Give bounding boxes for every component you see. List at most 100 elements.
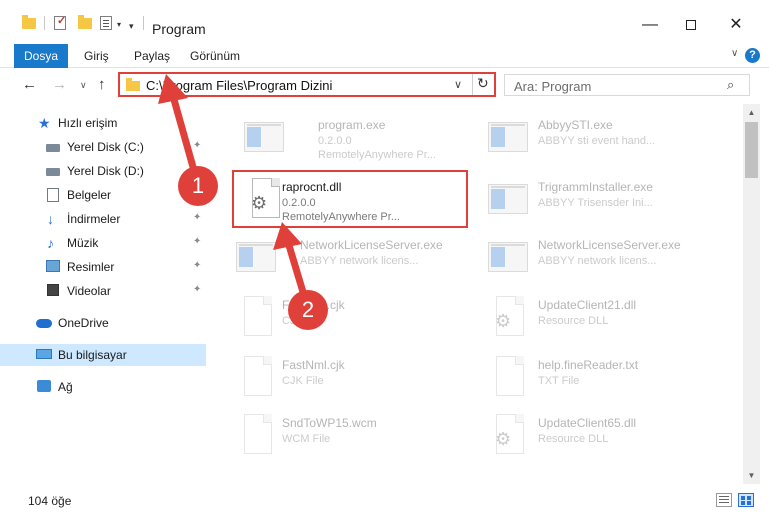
search-icon[interactable]: ⌕ <box>727 77 734 93</box>
list-item[interactable]: ⚙ UpdateClient21.dll Resource DLL <box>478 288 728 348</box>
close-button[interactable]: ✕ <box>713 10 759 40</box>
file-name: help.fineReader.txt <box>538 358 639 372</box>
file-name: NetworkLicenseServer.exe <box>538 238 681 252</box>
network-icon <box>37 380 51 392</box>
videos-icon <box>47 284 59 296</box>
sidebar-item-label: Hızlı erişim <box>58 116 118 130</box>
sidebar-item-quick-access[interactable]: ★ Hızlı erişim <box>0 112 206 134</box>
maximize-button[interactable] <box>668 10 714 40</box>
sidebar-item-local-disk-d[interactable]: Yerel Disk (D:) <box>0 160 206 182</box>
vertical-scrollbar[interactable]: ▲ ▼ <box>743 104 760 484</box>
minimize-button[interactable]: — <box>627 10 673 40</box>
chevron-down-icon[interactable]: ▾ <box>117 20 121 36</box>
sidebar-item-documents[interactable]: Belgeler ✦ <box>0 184 206 206</box>
application-icon <box>486 176 530 224</box>
highlight-frame <box>232 170 468 228</box>
file-icon <box>234 294 278 342</box>
file-name: NetworkLicenseServer.exe <box>300 238 443 252</box>
pin-icon: ✦ <box>193 212 202 223</box>
music-icon: ♪ <box>47 235 54 251</box>
file-name: SndToWP15.wcm <box>282 416 377 430</box>
sidebar-item-label: Bu bilgisayar <box>58 348 127 362</box>
customize-toolbar-icon[interactable]: ▾ <box>129 21 134 37</box>
sidebar-item-network[interactable]: Ağ <box>0 376 206 398</box>
recent-locations-button[interactable]: ∨ <box>80 80 87 91</box>
search-input[interactable]: Ara: Program ⌕ <box>504 74 750 96</box>
file-version: 0.2.0.0 <box>318 135 352 147</box>
help-icon[interactable]: ? <box>745 48 760 63</box>
list-item[interactable]: FastNml.cjk CJK File <box>226 348 476 408</box>
toolbar-separator <box>143 16 144 30</box>
address-bar[interactable]: C:\Program Files\Program Dizini ∨ ↻ <box>118 72 496 97</box>
tab-home[interactable]: Giriş <box>84 44 109 68</box>
tab-file[interactable]: Dosya <box>14 44 68 68</box>
sidebar-item-onedrive[interactable]: OneDrive <box>0 312 206 334</box>
download-icon: ↓ <box>47 211 54 227</box>
file-description: ABBYY Trisensder Ini... <box>538 197 653 209</box>
file-description: ABBYY network licens... <box>300 255 419 267</box>
dll-gear-icon: ⚙ <box>486 294 530 342</box>
application-icon <box>486 234 530 282</box>
file-type: TXT File <box>538 375 580 387</box>
address-separator <box>472 74 473 95</box>
new-folder-icon[interactable] <box>78 15 92 29</box>
sidebar-item-downloads[interactable]: ↓ İndirmeler ✦ <box>0 208 206 230</box>
drive-icon <box>46 168 60 176</box>
title-bar: ▾ ▾ Program — ✕ <box>0 0 769 44</box>
expand-ribbon-icon[interactable]: ∨ <box>731 48 738 59</box>
properties-check-icon[interactable] <box>54 14 66 30</box>
sidebar-item-videos[interactable]: Videolar ✦ <box>0 280 206 302</box>
sidebar-item-local-disk-c[interactable]: Yerel Disk (C:) ✦ <box>0 136 206 158</box>
scroll-thumb[interactable] <box>745 122 758 178</box>
file-name: UpdateClient65.dll <box>538 416 637 430</box>
forward-button[interactable]: → <box>52 76 67 93</box>
sidebar-item-pictures[interactable]: Resimler ✦ <box>0 256 206 278</box>
address-dropdown-button[interactable]: ∨ <box>454 78 462 91</box>
sidebar-item-label: OneDrive <box>58 316 109 330</box>
up-button[interactable]: ↑ <box>98 76 106 93</box>
address-path[interactable]: C:\Program Files\Program Dizini <box>146 78 332 93</box>
folder-icon <box>126 78 140 91</box>
list-item[interactable]: help.fineReader.txt TXT File <box>478 348 728 408</box>
file-name: program.exe <box>318 118 386 132</box>
file-name: AbbyySTI.exe <box>538 118 613 132</box>
documents-icon <box>47 188 59 202</box>
list-item[interactable]: NetworkLicenseServer.exe ABBYY network l… <box>478 228 728 288</box>
list-item[interactable]: AbbyySTI.exe ABBYY sti event hand... <box>478 108 728 168</box>
refresh-button[interactable]: ↻ <box>477 75 489 92</box>
scroll-up-button[interactable]: ▲ <box>743 104 760 121</box>
file-icon <box>234 412 278 460</box>
file-name: FastNml.cjk <box>282 358 345 372</box>
file-name: UpdateClient21.dll <box>538 298 637 312</box>
tab-share[interactable]: Paylaş <box>134 44 170 68</box>
pin-icon: ✦ <box>193 284 202 295</box>
tab-view[interactable]: Görünüm <box>190 44 240 68</box>
pin-icon: ✦ <box>193 236 202 247</box>
list-item[interactable]: FastNml.cjk CJK File <box>226 288 476 348</box>
list-item[interactable]: TrigrammInstaller.exe ABBYY Trisensder I… <box>478 170 728 230</box>
sidebar-item-this-pc[interactable]: Bu bilgisayar <box>0 344 206 366</box>
status-bar: 104 öğe <box>0 488 769 522</box>
list-item[interactable]: NetworkLicenseServer.exe ABBYY network l… <box>226 228 476 288</box>
installer-icon <box>242 114 286 162</box>
sidebar-item-label: Resimler <box>67 260 115 274</box>
list-item[interactable]: SndToWP15.wcm WCM File <box>226 406 476 466</box>
file-icon <box>234 354 278 402</box>
details-view-icon[interactable] <box>716 493 732 507</box>
sidebar-item-label: Müzik <box>67 236 99 250</box>
file-type: Resource DLL <box>538 315 609 327</box>
file-type: Resource DLL <box>538 433 609 445</box>
step-1-badge: 1 <box>178 166 218 206</box>
back-button[interactable]: ← <box>22 76 37 93</box>
navigation-pane: ★ Hızlı erişim Yerel Disk (C:) ✦ Yerel D… <box>0 104 208 484</box>
file-type: CJK File <box>282 375 324 387</box>
list-item[interactable]: program.exe 0.2.0.0 RemotelyAnywhere Pr.… <box>234 108 484 168</box>
navigation-bar: ← → ∨ ↑ C:\Program Files\Program Dizini … <box>0 68 769 104</box>
list-item[interactable]: ⚙ UpdateClient65.dll Resource DLL <box>478 406 728 466</box>
properties-icon[interactable] <box>100 16 112 30</box>
tiles-view-icon[interactable] <box>738 493 754 507</box>
sidebar-item-music[interactable]: ♪ Müzik ✦ <box>0 232 206 254</box>
file-company: RemotelyAnywhere Pr... <box>318 149 436 161</box>
sidebar-item-label: Yerel Disk (D:) <box>67 164 144 178</box>
scroll-down-button[interactable]: ▼ <box>743 467 760 484</box>
